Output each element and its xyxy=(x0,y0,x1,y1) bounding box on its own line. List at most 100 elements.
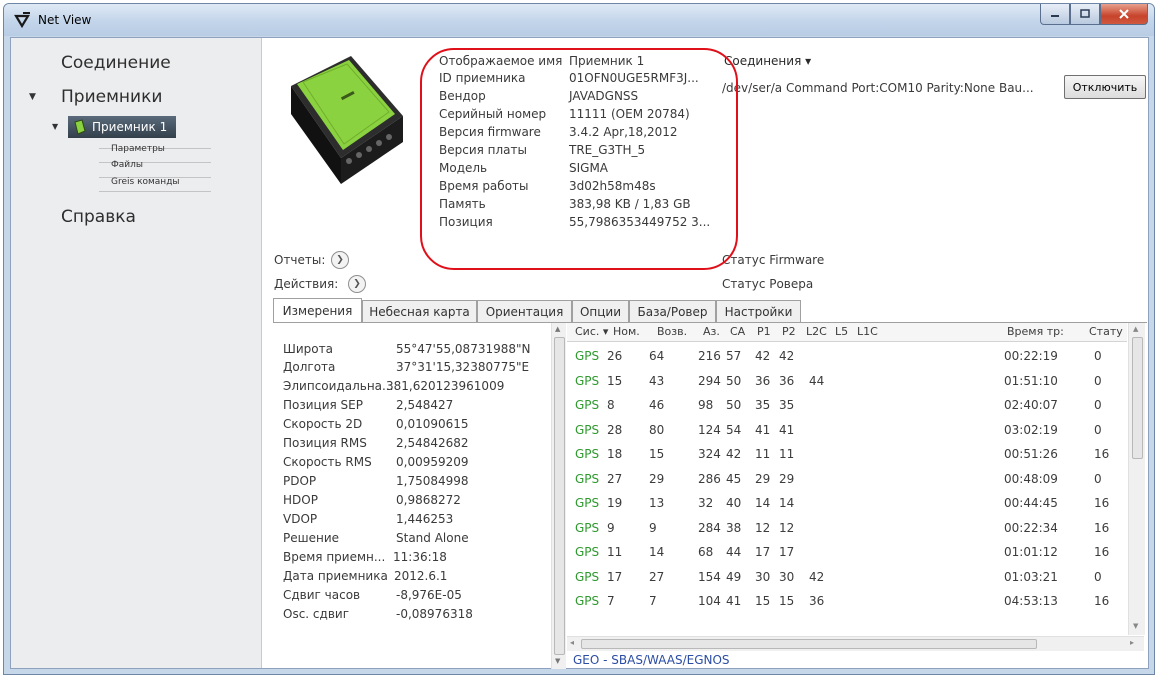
col-header-number[interactable]: Ном. xyxy=(613,325,640,338)
scroll-left-icon[interactable]: ◂ xyxy=(570,638,574,647)
scroll-down-icon[interactable]: ▼ xyxy=(555,657,560,665)
cell-p2: 29 xyxy=(779,471,795,486)
disconnect-button[interactable]: Отключить xyxy=(1064,75,1146,99)
col-header-l5[interactable]: L5 xyxy=(835,325,848,338)
col-header-azimuth[interactable]: Аз. xyxy=(703,325,720,338)
main-panel: Отображаемое имя Приемник 1 ID приемника… xyxy=(262,38,1148,669)
cell-system: GPS xyxy=(575,569,600,584)
close-button[interactable] xyxy=(1100,4,1148,25)
scroll-thumb[interactable] xyxy=(554,337,565,655)
cell-p2: 15 xyxy=(779,594,795,608)
cell-elevation: 7 xyxy=(649,594,657,608)
cell-number: 8 xyxy=(607,398,615,412)
scroll-down-icon[interactable]: ▼ xyxy=(1133,622,1138,630)
actions-expand-button[interactable]: ❯ xyxy=(348,275,366,293)
scroll-up-icon[interactable]: ▲ xyxy=(555,325,560,333)
cell-system: GPS xyxy=(575,520,600,535)
cell-number: 11 xyxy=(607,545,623,559)
col-header-system[interactable]: Сис. ▾ xyxy=(575,325,608,338)
cell-ca: 40 xyxy=(726,496,742,510)
table-row[interactable]: GPS 7 7 104 41 15 15 36 04:53:13 16 xyxy=(567,590,1127,615)
minimize-button[interactable] xyxy=(1040,4,1070,25)
cell-azimuth: 32 xyxy=(698,496,714,510)
expand-arrow-icon[interactable]: ▼ xyxy=(52,122,58,131)
reports-label: Отчеты: xyxy=(274,253,326,267)
maximize-icon xyxy=(1080,9,1090,18)
cell-system: GPS xyxy=(575,373,600,388)
sidebar-subitem-parameters[interactable]: Параметры xyxy=(111,144,165,154)
cell-elevation: 13 xyxy=(649,496,665,510)
col-header-p2[interactable]: P2 xyxy=(782,325,796,338)
table-row[interactable]: GPS 19 13 32 40 14 14 00:44:45 16 xyxy=(567,492,1127,517)
col-header-l1c[interactable]: L1C xyxy=(857,325,878,338)
meas-value-pdop: 1,75084998 xyxy=(396,474,469,488)
cell-p2: 12 xyxy=(779,520,795,535)
meas-label-position-rms: Позиция RMS xyxy=(283,436,367,450)
cell-p1: 11 xyxy=(755,447,771,461)
tab-options[interactable]: Опции xyxy=(572,300,629,322)
receiver-label: Приемник 1 xyxy=(92,120,168,134)
table-row[interactable]: GPS 26 64 216 57 42 42 00:22:19 0 xyxy=(567,345,1127,370)
reports-expand-button[interactable]: ❯ xyxy=(331,251,349,269)
col-header-ca[interactable]: CA xyxy=(730,325,745,338)
cell-time: 03:02:19 xyxy=(1004,422,1058,437)
sidebar-subitem-files[interactable]: Файлы xyxy=(111,160,143,170)
meas-value-position-sep: 2,548427 xyxy=(396,398,454,412)
actions-label: Действия: xyxy=(274,277,339,291)
cell-p2: 30 xyxy=(779,569,795,584)
table-row[interactable]: GPS 28 80 124 54 41 41 03:02:19 0 xyxy=(567,419,1127,444)
cell-time: 00:22:19 xyxy=(1004,349,1058,363)
sidebar-subitem-greis[interactable]: Greis команды xyxy=(111,177,180,187)
col-header-status[interactable]: Стату xyxy=(1089,325,1123,338)
sidebar-item-help[interactable]: Справка xyxy=(61,207,136,227)
scroll-right-icon[interactable]: ▸ xyxy=(1130,638,1134,647)
cell-ca: 54 xyxy=(726,422,742,437)
expand-arrow-icon[interactable]: ▼ xyxy=(29,92,36,102)
meas-label-pdop: PDOP xyxy=(283,474,317,488)
sidebar-item-receivers[interactable]: Приемники xyxy=(61,87,162,107)
cell-ca: 45 xyxy=(726,471,742,486)
table-row[interactable]: GPS 8 46 98 50 35 35 02:40:07 0 xyxy=(567,394,1127,419)
cell-p1: 17 xyxy=(755,545,771,559)
tab-sky-map[interactable]: Небесная карта xyxy=(362,300,477,322)
chevron-right-icon: ❯ xyxy=(353,279,361,289)
tab-settings[interactable]: Настройки xyxy=(716,300,801,322)
table-row[interactable]: GPS 17 27 154 49 30 30 42 01:03:21 0 xyxy=(567,566,1127,591)
highlight-oval xyxy=(420,48,738,270)
grid-vertical-scrollbar[interactable]: ▲ ▼ xyxy=(1128,323,1145,635)
table-row[interactable]: GPS 9 9 284 38 12 12 00:22:34 16 xyxy=(567,517,1127,542)
cell-p1: 42 xyxy=(755,349,771,363)
table-row[interactable]: GPS 15 43 294 50 36 36 44 01:51:10 0 xyxy=(567,370,1127,395)
scroll-thumb[interactable] xyxy=(581,639,1037,649)
sidebar-item-receiver-1[interactable]: Приемник 1 xyxy=(68,116,176,138)
table-row[interactable]: GPS 27 29 286 45 29 29 00:48:09 0 xyxy=(567,468,1127,493)
cell-azimuth: 324 xyxy=(698,447,721,461)
connections-dropdown[interactable]: Соединения ▾ xyxy=(724,54,811,68)
scroll-up-icon[interactable]: ▲ xyxy=(1133,325,1138,333)
col-header-p1[interactable]: P1 xyxy=(757,325,771,338)
grid-horizontal-scrollbar[interactable]: ◂ ▸ xyxy=(567,636,1144,651)
tab-measurements[interactable]: Измерения xyxy=(273,298,362,322)
meas-value-solution: Stand Alone xyxy=(396,531,469,545)
meas-value-vdop: 1,446253 xyxy=(396,512,454,526)
meas-label-longitude: Долгота xyxy=(283,360,336,374)
cell-ca: 38 xyxy=(726,520,742,535)
table-row[interactable]: GPS 11 14 68 44 17 17 01:01:12 16 xyxy=(567,541,1127,566)
measurement-scrollbar[interactable]: ▲ ▼ xyxy=(551,323,566,669)
grid-footer-group[interactable]: GEO - SBAS/WAAS/EGNOS xyxy=(573,653,730,667)
tab-base-rover[interactable]: База/Ровер xyxy=(629,300,716,322)
cell-p2: 42 xyxy=(779,349,795,363)
divider xyxy=(99,191,211,192)
table-row[interactable]: GPS 18 15 324 42 11 11 00:51:26 16 xyxy=(567,443,1127,468)
title-bar[interactable]: Net View xyxy=(4,4,1154,36)
sidebar-item-connection[interactable]: Соединение xyxy=(61,53,171,73)
tab-orientation[interactable]: Ориентация xyxy=(477,300,572,322)
scroll-thumb[interactable] xyxy=(1132,337,1143,459)
maximize-button[interactable] xyxy=(1070,4,1100,25)
col-header-time[interactable]: Время тр: xyxy=(1007,325,1064,338)
cell-p2: 36 xyxy=(779,373,795,388)
cell-azimuth: 124 xyxy=(698,422,721,437)
col-header-elevation[interactable]: Возв. xyxy=(657,325,687,338)
col-header-l2c[interactable]: L2C xyxy=(806,325,827,338)
cell-time: 04:53:13 xyxy=(1004,594,1058,608)
